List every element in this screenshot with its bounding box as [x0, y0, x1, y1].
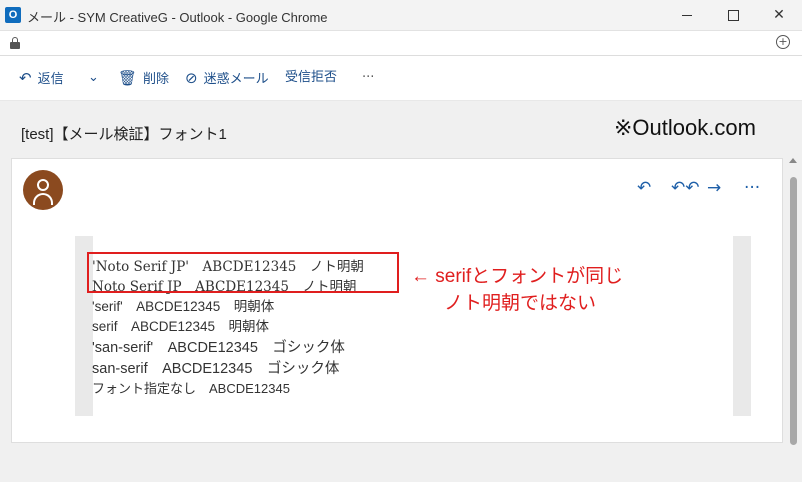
maximize-button[interactable]	[710, 0, 756, 30]
message-card: ↶ ↶↶ → ··· 'Noto Serif JP' ABCDE12345 ノト…	[11, 158, 783, 443]
delete-button[interactable]: 🗑 削除	[118, 69, 169, 87]
annotation-line: ノト明朝ではない	[444, 293, 597, 314]
trash-icon: 🗑	[118, 69, 138, 87]
reply-message-button[interactable]: ↶	[637, 179, 651, 197]
junk-button[interactable]: ⊘ 迷惑メール	[185, 69, 269, 87]
mail-toolbar: ↶ 返信 ⌄ 🗑 削除 ⊘ 迷惑メール 受信拒否 ···	[0, 56, 802, 101]
message-subject: [test]【メール検証】フォント1	[21, 126, 227, 143]
source-label: ※Outlook.com	[614, 115, 756, 140]
more-icon: ···	[362, 70, 375, 85]
reply-icon: ↶	[19, 69, 32, 87]
scroll-up-arrow-icon[interactable]	[789, 158, 797, 163]
reply-all-button[interactable]: ↶↶	[671, 179, 700, 197]
close-button[interactable]: ✕	[756, 0, 802, 30]
chevron-down-icon: ⌄	[88, 70, 99, 85]
scrollbar-thumb[interactable]	[790, 177, 797, 445]
lock-icon[interactable]	[10, 37, 20, 49]
highlight-box	[87, 252, 399, 293]
maximize-icon	[727, 9, 739, 21]
outlook-app-icon: O	[5, 7, 21, 23]
person-icon	[37, 179, 49, 191]
more-actions-button[interactable]: ···	[362, 69, 374, 87]
sender-avatar[interactable]	[23, 170, 63, 210]
subject-area: [test]【メール検証】フォント1 ※Outlook.com	[0, 101, 802, 156]
block-label: 受信拒否	[285, 70, 338, 85]
minimize-button[interactable]	[664, 0, 710, 30]
reply-options-dropdown[interactable]: ⌄	[88, 69, 99, 87]
minimize-icon	[682, 14, 692, 16]
forward-button[interactable]: →	[707, 179, 721, 197]
annotation-line: ← serifとフォントが同じ	[411, 266, 624, 287]
more-icon: ···	[744, 178, 761, 198]
close-icon: ✕	[773, 7, 785, 23]
reply-button[interactable]: ↶ 返信	[19, 69, 64, 87]
delete-label: 削除	[143, 72, 170, 87]
junk-label: 迷惑メール	[203, 72, 269, 87]
message-more-button[interactable]: ···	[744, 179, 760, 197]
body-line: 'serif' ABCDE12345 明朝体	[92, 299, 275, 314]
window-titlebar: O メール - SYM CreativeG - Outlook - Google…	[0, 0, 802, 31]
block-circle-icon: ⊘	[185, 69, 198, 87]
body-line: san-serif ABCDE12345 ゴシック体	[92, 361, 340, 377]
block-sender-button[interactable]: 受信拒否	[285, 69, 337, 87]
reply-label: 返信	[37, 72, 64, 87]
body-line: serif ABCDE12345 明朝体	[92, 319, 270, 334]
annotation-note: ← serifとフォントが同じ ノト明朝ではない	[411, 263, 623, 317]
zoom-icon[interactable]: +	[776, 35, 790, 49]
address-bar[interactable]: +	[0, 31, 802, 56]
vertical-scrollbar[interactable]	[785, 156, 802, 482]
body-margin-right	[733, 236, 751, 416]
reply-icon: ↶	[637, 178, 652, 198]
body-line: 'san-serif' ABCDE12345 ゴシック体	[92, 340, 345, 356]
window-title: メール - SYM CreativeG - Outlook - Google C…	[27, 10, 328, 25]
forward-icon: →	[707, 178, 722, 198]
body-line: フォント指定なし ABCDE12345	[92, 381, 290, 396]
reply-all-icon: ↶↶	[671, 178, 700, 198]
